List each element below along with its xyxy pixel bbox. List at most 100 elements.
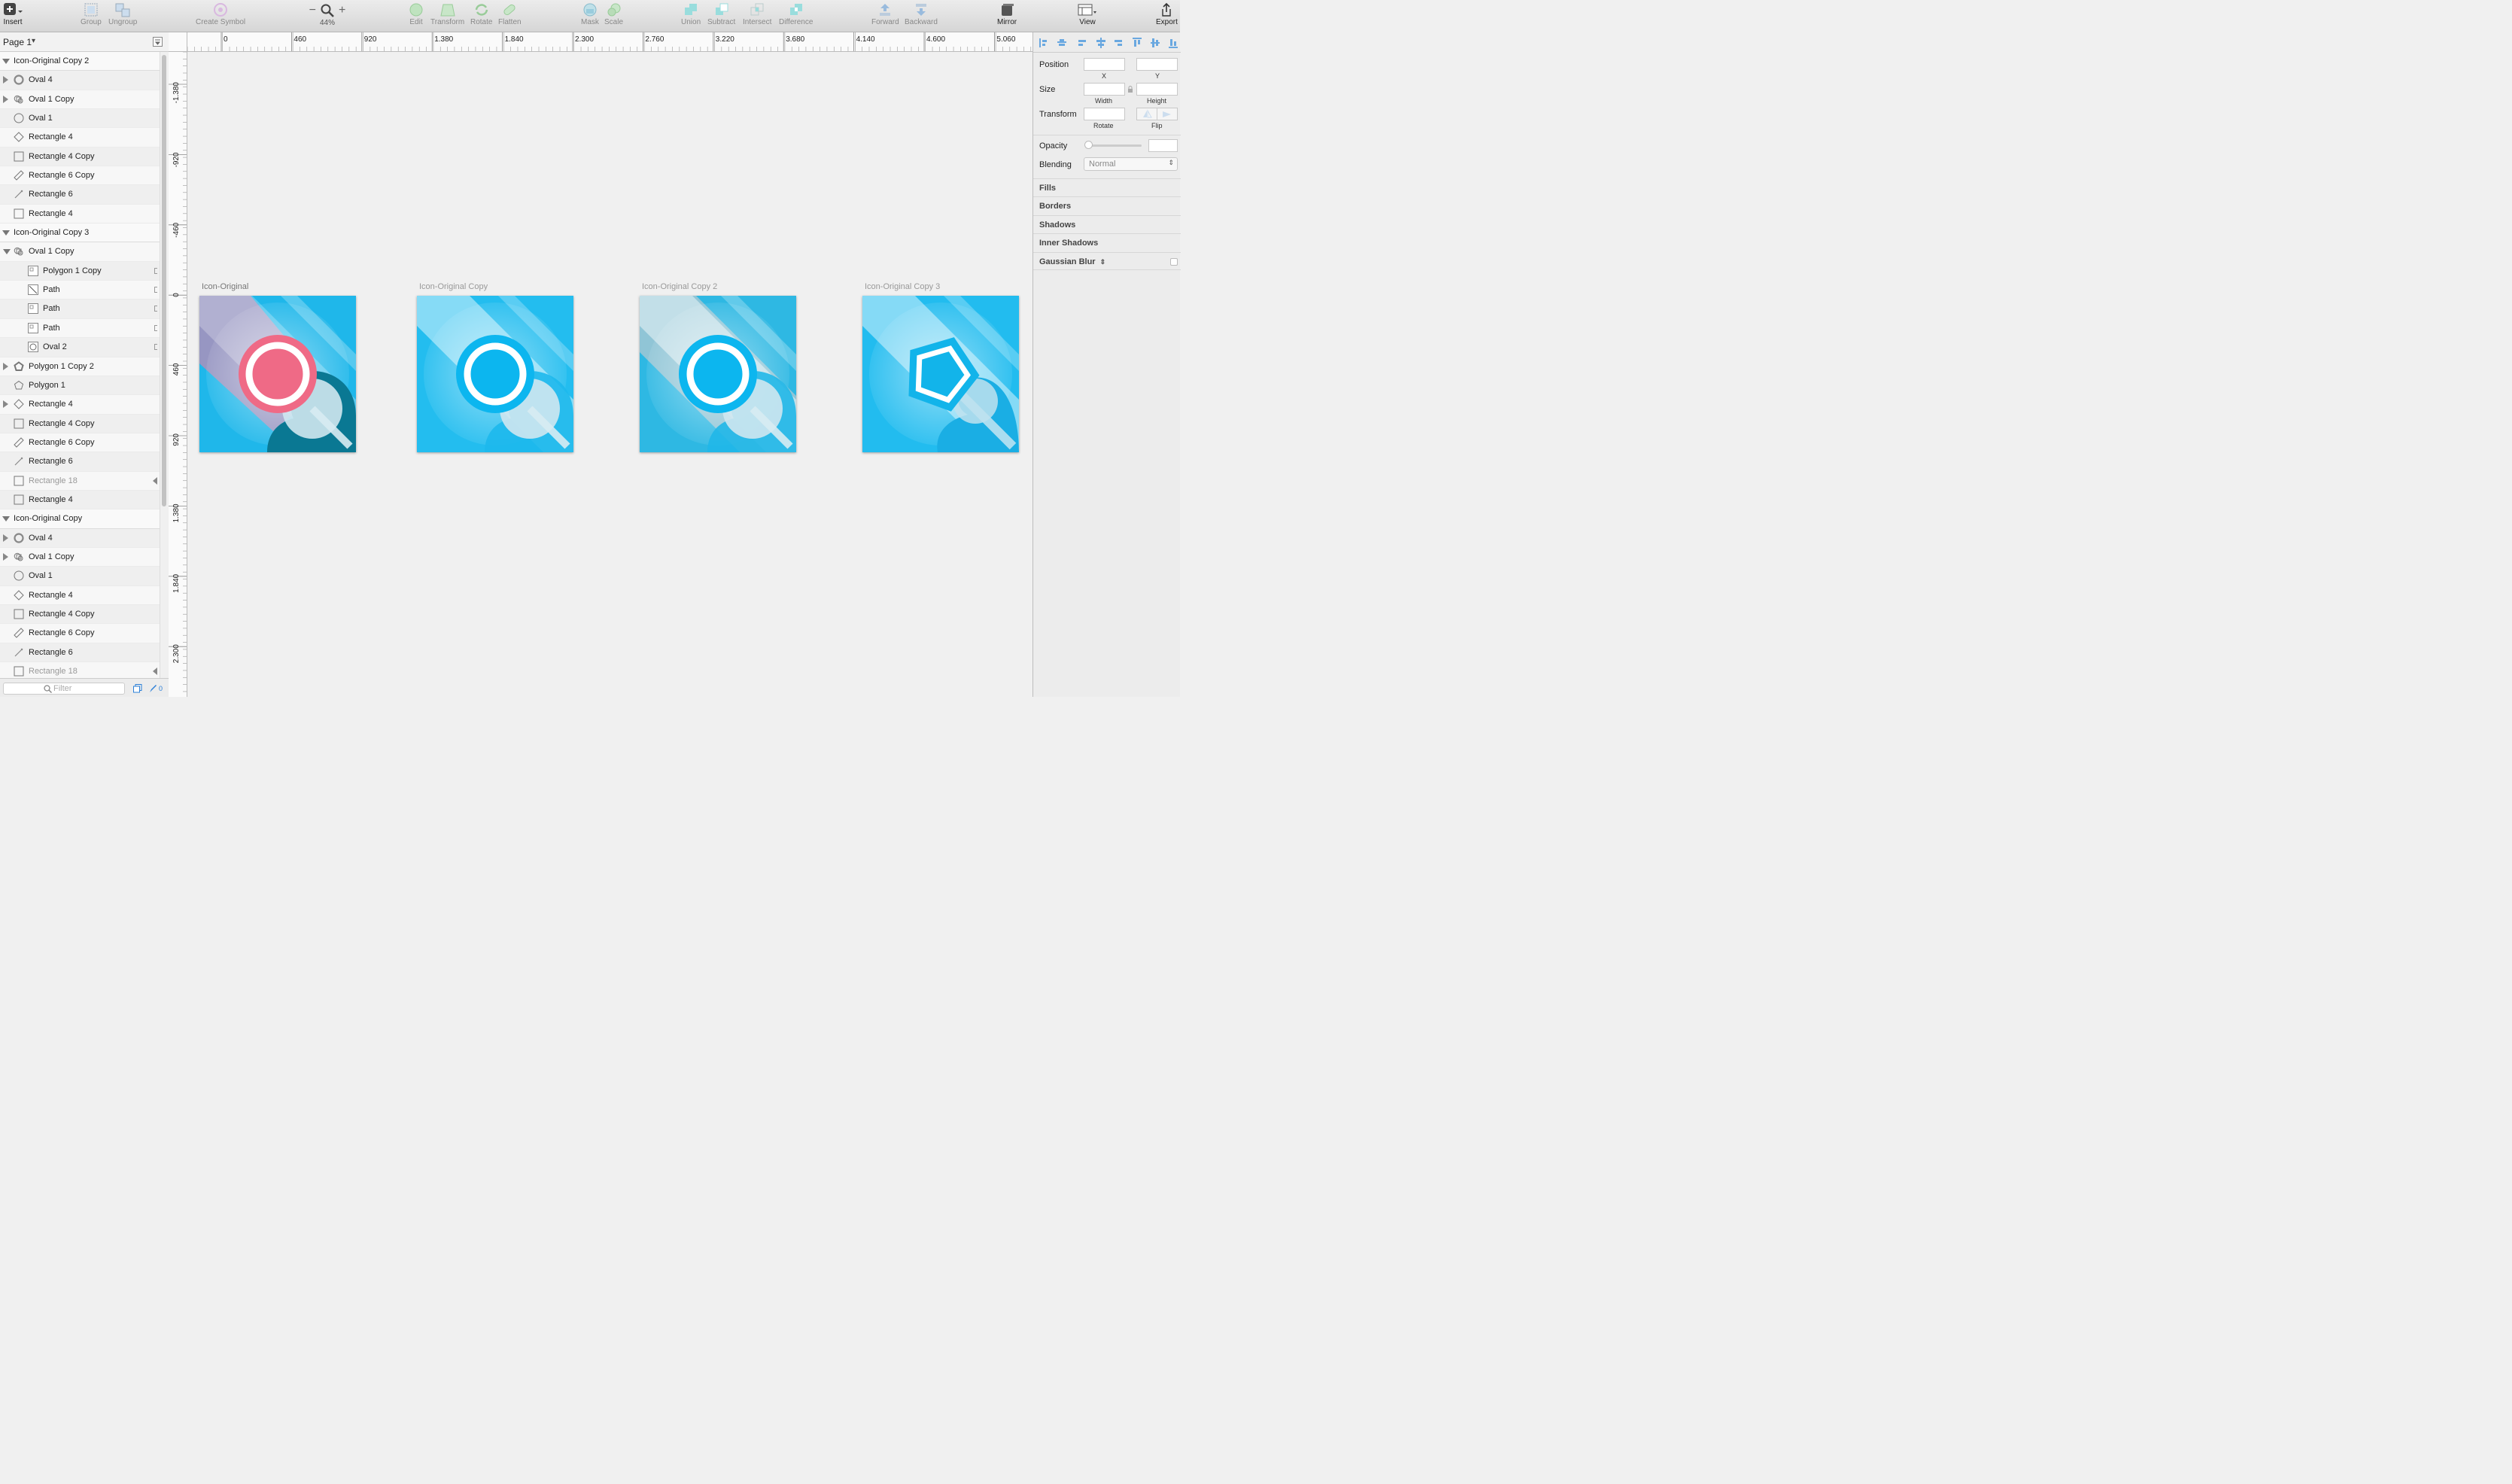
blur-type-arrows-icon[interactable]: ⇕	[1100, 258, 1106, 266]
layer-row[interactable]: Path	[0, 281, 160, 300]
page-dropdown-arrow[interactable]: ▾	[32, 37, 35, 45]
layer-row[interactable]: Rectangle 4 Copy	[0, 414, 160, 433]
layer-group-row[interactable]: Icon-Original Copy 3	[0, 224, 160, 243]
layer-row[interactable]: Rectangle 6	[0, 452, 160, 472]
flip-horizontal-icon[interactable]	[1137, 108, 1157, 120]
layer-row[interactable]: Rectangle 4	[0, 395, 160, 415]
lock-icon[interactable]	[1127, 86, 1133, 93]
flip-vertical-icon[interactable]	[1157, 108, 1177, 120]
layer-group-row[interactable]: Icon-Original Copy 2	[0, 52, 160, 71]
layer-row[interactable]: Oval 4	[0, 71, 160, 90]
view-button[interactable]: View	[1078, 2, 1097, 26]
layer-row[interactable]: Rectangle 18	[0, 662, 160, 678]
disclosure-open-icon[interactable]	[3, 249, 11, 255]
blending-select[interactable]: Normal ⇕	[1084, 157, 1178, 171]
export-button[interactable]: Export	[1156, 2, 1178, 26]
filter-input[interactable]: Filter	[3, 683, 125, 695]
artboard-title[interactable]: Icon-Original	[202, 282, 248, 291]
gaussian-blur-checkbox[interactable]	[1170, 258, 1178, 266]
layer-row[interactable]: Rectangle 6	[0, 185, 160, 205]
gaussian-blur-section[interactable]: Gaussian Blur ⇕	[1033, 252, 1181, 270]
layer-row[interactable]: Rectangle 4 Copy	[0, 147, 160, 167]
disclosure-open-icon[interactable]	[2, 59, 10, 64]
rotate-field[interactable]	[1084, 108, 1125, 120]
layer-row[interactable]: Path	[0, 318, 160, 339]
opacity-slider-knob[interactable]	[1084, 141, 1093, 149]
shadows-section[interactable]: Shadows	[1033, 215, 1181, 233]
position-x-field[interactable]	[1084, 58, 1125, 71]
disclosure-closed-icon[interactable]	[3, 400, 8, 409]
disclosure-open-icon[interactable]	[2, 230, 10, 236]
inner-shadows-section[interactable]: Inner Shadows	[1033, 233, 1181, 251]
intersect-button[interactable]: Intersect	[743, 2, 771, 26]
canvas[interactable]: Icon-Original Icon-Original Copy Icon-Orig…	[188, 52, 1032, 697]
fills-section[interactable]: Fills	[1033, 178, 1181, 196]
layer-row[interactable]: Polygon 1 Copy 2	[0, 357, 160, 376]
layer-row[interactable]: Rectangle 6 Copy	[0, 433, 160, 453]
collapse-layers-icon[interactable]	[153, 37, 163, 47]
align-icons[interactable]	[1038, 36, 1181, 51]
insert-button[interactable]: Insert	[3, 2, 23, 26]
artboard-icon-2[interactable]	[417, 296, 573, 452]
artboard-icon-1[interactable]	[199, 296, 356, 452]
disclosure-closed-icon[interactable]	[3, 76, 8, 84]
artboard-icon-4[interactable]	[862, 296, 1019, 452]
layer-row[interactable]: Oval 4	[0, 528, 160, 548]
slice-filter-icon[interactable]	[149, 684, 157, 693]
layer-row[interactable]: Polygon 1 Copy	[0, 261, 160, 281]
layer-row[interactable]: Oval 1 Copy	[0, 242, 160, 262]
subtract-button[interactable]: Subtract	[707, 2, 735, 26]
disclosure-closed-icon[interactable]	[3, 534, 8, 542]
forward-button[interactable]: Forward	[871, 2, 899, 26]
artboard-title[interactable]: Icon-Original Copy	[419, 282, 488, 291]
vertical-ruler[interactable]: -1.380 -920 -460 0 460 920 1.380 1.840 2.300	[169, 52, 187, 697]
create-symbol-button[interactable]: Create Symbol	[196, 2, 245, 26]
layer-row[interactable]: Rectangle 4	[0, 128, 160, 147]
edit-button[interactable]: Edit	[409, 2, 424, 26]
layer-row[interactable]: Rectangle 4 Copy	[0, 604, 160, 625]
difference-button[interactable]: Difference	[779, 2, 813, 26]
symbols-filter-icon[interactable]	[133, 684, 142, 693]
layer-row[interactable]: Rectangle 6 Copy	[0, 166, 160, 186]
zoom-out-button[interactable]: −	[309, 4, 316, 17]
layer-group-row[interactable]: Icon-Original Copy	[0, 509, 160, 529]
borders-section[interactable]: Borders	[1033, 196, 1181, 214]
scrollbar-thumb[interactable]	[162, 55, 166, 506]
artboard-title[interactable]: Icon-Original Copy 3	[865, 282, 940, 291]
layer-row[interactable]: Oval 1	[0, 109, 160, 129]
layer-row[interactable]: Rectangle 6	[0, 643, 160, 662]
layer-row[interactable]: Path	[0, 300, 160, 319]
disclosure-closed-icon[interactable]	[3, 362, 8, 370]
layer-row[interactable]: Oval 1	[0, 567, 160, 586]
layer-row[interactable]: Rectangle 18	[0, 471, 160, 491]
backward-button[interactable]: Backward	[905, 2, 938, 26]
layer-row[interactable]: Oval 2	[0, 338, 160, 357]
opacity-slider[interactable]	[1086, 144, 1142, 147]
width-field[interactable]	[1084, 83, 1125, 96]
height-field[interactable]	[1136, 83, 1178, 96]
layer-row[interactable]: Rectangle 4	[0, 585, 160, 605]
scale-button[interactable]: Scale	[604, 2, 623, 26]
mask-button[interactable]: Mask	[581, 2, 599, 26]
opacity-field[interactable]	[1148, 139, 1178, 152]
position-y-field[interactable]	[1136, 58, 1178, 71]
rotate-button[interactable]: Rotate	[470, 2, 492, 26]
mirror-button[interactable]: Mirror	[997, 2, 1017, 26]
transform-button[interactable]: Transform	[430, 2, 464, 26]
artboard-icon-3[interactable]	[640, 296, 796, 452]
layer-row[interactable]: Polygon 1	[0, 376, 160, 396]
page-selector[interactable]: Page 1	[3, 37, 32, 47]
disclosure-closed-icon[interactable]	[3, 95, 8, 103]
zoom-in-button[interactable]: +	[339, 4, 345, 17]
flatten-button[interactable]: Flatten	[498, 2, 522, 26]
ungroup-button[interactable]: Ungroup	[108, 2, 137, 26]
group-button[interactable]: Group	[81, 2, 102, 26]
artboard-title[interactable]: Icon-Original Copy 2	[642, 282, 717, 291]
disclosure-closed-icon[interactable]	[3, 552, 8, 561]
layer-row[interactable]: Rectangle 6 Copy	[0, 624, 160, 643]
magnifier-icon[interactable]	[321, 4, 334, 17]
union-button[interactable]: Union	[681, 2, 701, 26]
layer-row[interactable]: Rectangle 4	[0, 490, 160, 510]
layer-list-scrollbar[interactable]	[160, 52, 169, 678]
layer-row[interactable]: Oval 1 Copy	[0, 547, 160, 567]
